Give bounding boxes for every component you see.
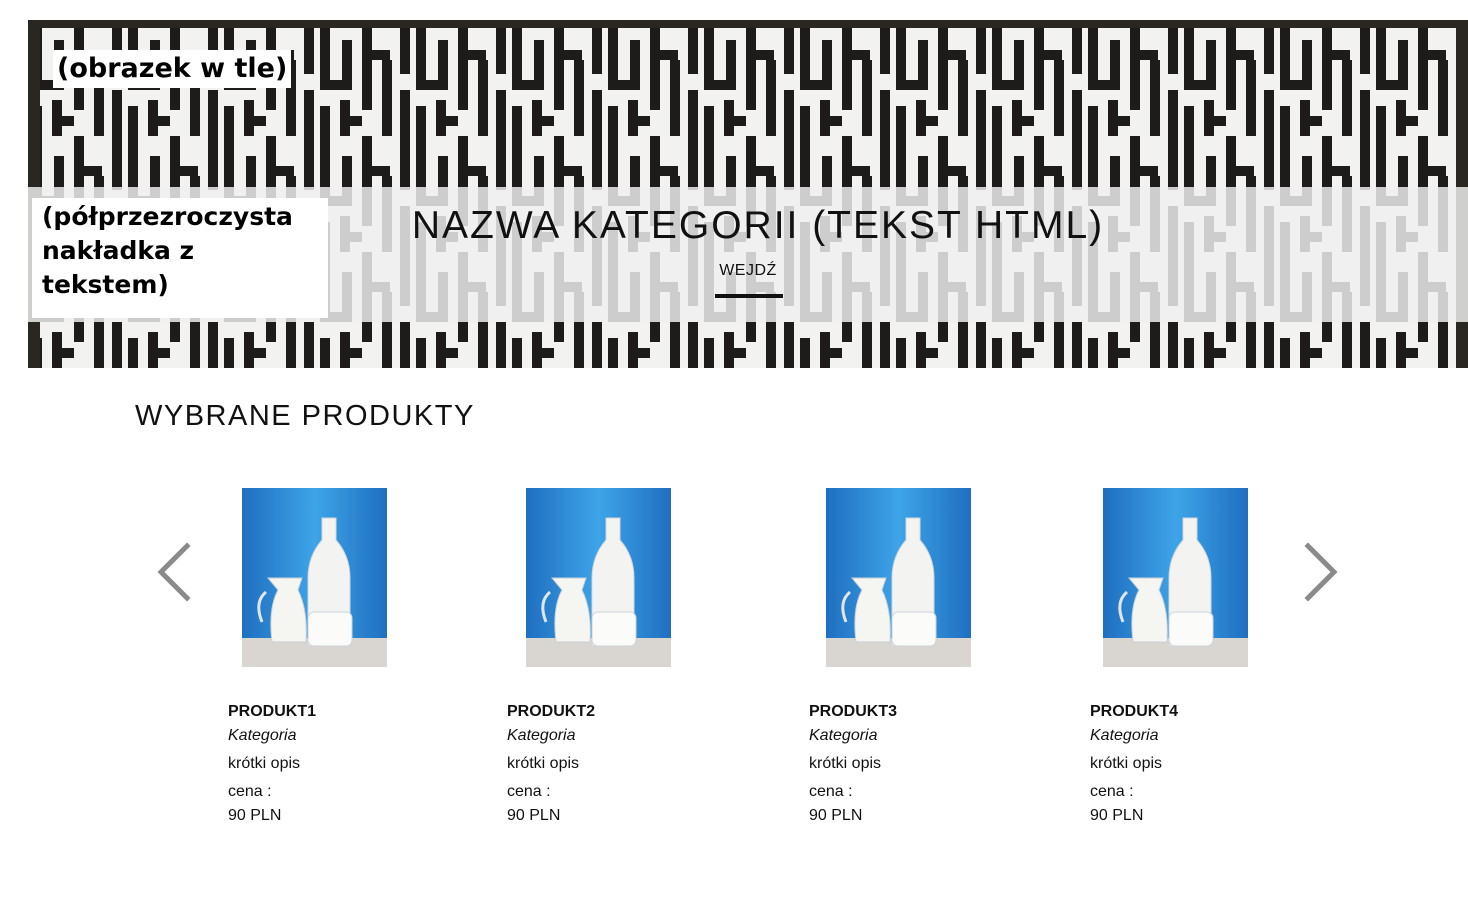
- overlay-caption-line: nakładka z: [42, 236, 195, 265]
- enter-link-underline: [715, 294, 783, 298]
- product-price: 90 PLN: [809, 807, 863, 824]
- product-description: krótki opis: [507, 755, 580, 772]
- overlay-caption-line: tekstem): [42, 270, 169, 299]
- overlay-caption: (półprzezroczysta nakładka z tekstem): [32, 198, 328, 318]
- product-card[interactable]: PRODUKT2 Kategoria krótki opis cena : 90…: [507, 488, 707, 824]
- product-price-label: cena :: [1090, 783, 1134, 800]
- product-name[interactable]: PRODUKT4: [1090, 702, 1290, 722]
- product-name[interactable]: PRODUKT3: [809, 702, 1009, 722]
- product-category: Kategoria: [1090, 727, 1159, 744]
- featured-products-title: WYBRANE PRODUKTY: [135, 400, 475, 432]
- product-description: krótki opis: [809, 755, 882, 772]
- chevron-left-icon: [157, 542, 191, 602]
- product-image[interactable]: [826, 488, 971, 667]
- product-image[interactable]: [242, 488, 387, 667]
- product-category: Kategoria: [809, 727, 878, 744]
- product-image[interactable]: [526, 488, 671, 667]
- carousel-next-button[interactable]: [1300, 540, 1340, 604]
- product-name[interactable]: PRODUKT2: [507, 702, 707, 722]
- product-description: krótki opis: [1090, 755, 1163, 772]
- product-description: krótki opis: [228, 755, 301, 772]
- category-hero-banner[interactable]: (obrazek w tle) (półprzezroczysta nakład…: [28, 20, 1468, 368]
- product-price: 90 PLN: [507, 807, 561, 824]
- product-name[interactable]: PRODUKT1: [228, 702, 428, 722]
- overlay-caption-line: (półprzezroczysta: [42, 202, 293, 231]
- product-card[interactable]: PRODUKT1 Kategoria krótki opis cena : 90…: [228, 488, 428, 824]
- product-price-label: cena :: [228, 783, 272, 800]
- carousel-prev-button[interactable]: [155, 540, 195, 604]
- product-price-label: cena :: [809, 783, 853, 800]
- product-card[interactable]: PRODUKT3 Kategoria krótki opis cena : 90…: [809, 488, 1009, 824]
- product-category: Kategoria: [507, 727, 576, 744]
- enter-category-link[interactable]: WEJDŹ: [698, 262, 798, 280]
- category-title: NAZWA KATEGORII (TEKST HTML): [411, 204, 1105, 247]
- product-category: Kategoria: [228, 727, 297, 744]
- product-image[interactable]: [1103, 488, 1248, 667]
- product-price: 90 PLN: [228, 807, 282, 824]
- product-price: 90 PLN: [1090, 807, 1144, 824]
- product-price-label: cena :: [507, 783, 551, 800]
- background-image-caption: (obrazek w tle): [53, 50, 292, 88]
- chevron-right-icon: [1304, 542, 1338, 602]
- product-card[interactable]: PRODUKT4 Kategoria krótki opis cena : 90…: [1090, 488, 1290, 824]
